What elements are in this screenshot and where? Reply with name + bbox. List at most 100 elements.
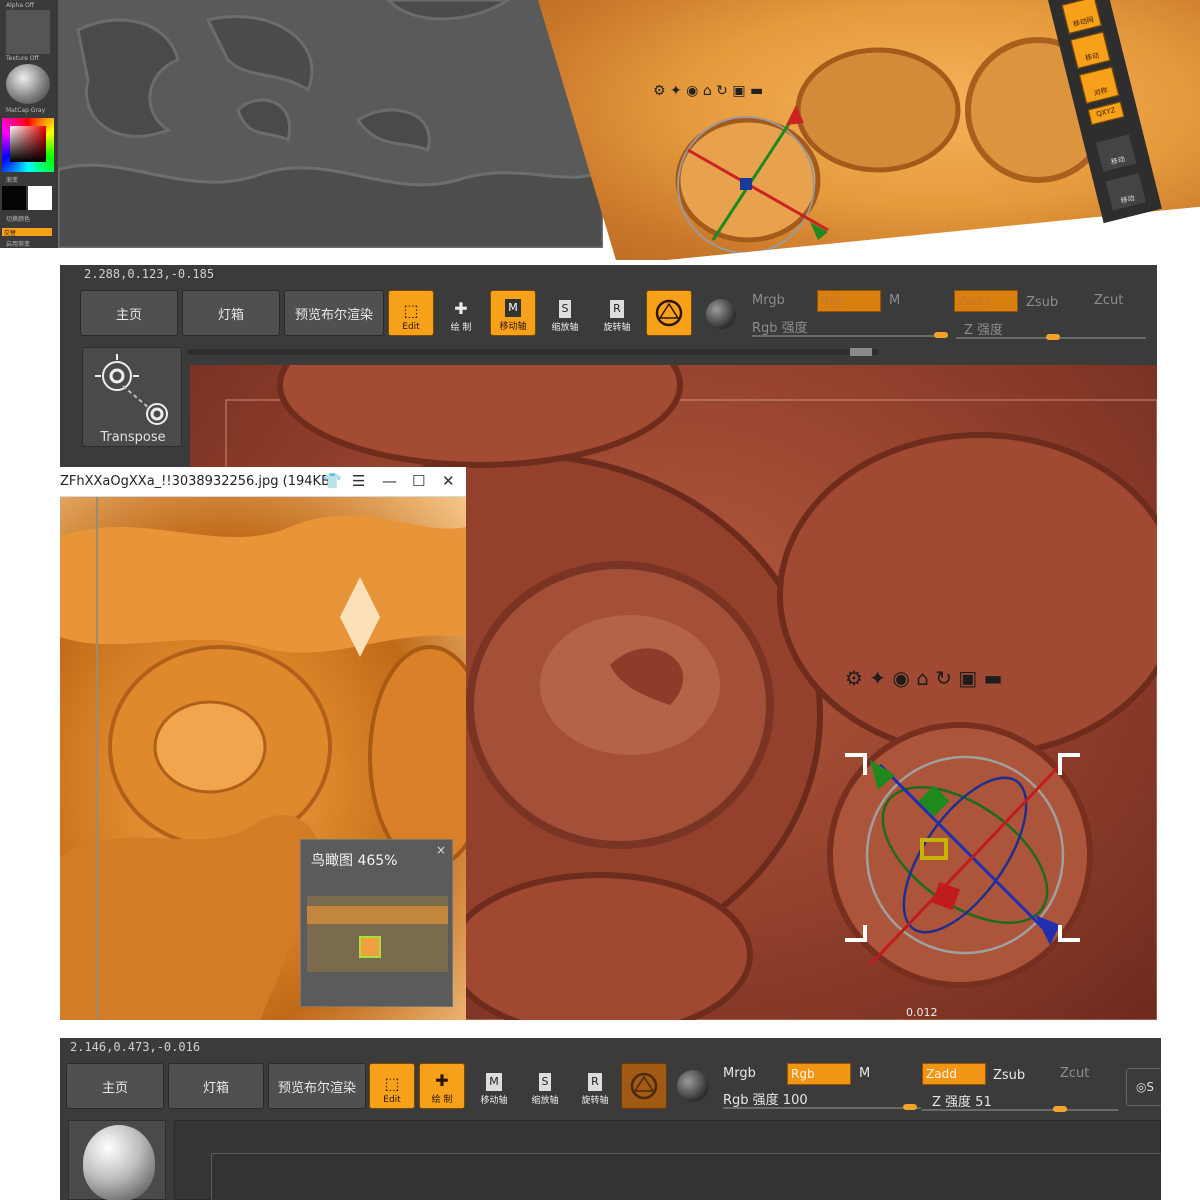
zcut-label[interactable]: Zcut — [1094, 293, 1123, 308]
m-label[interactable]: M — [889, 293, 900, 308]
edit-button-bottom[interactable]: ⬚ Edit — [369, 1063, 415, 1109]
menu-icon[interactable]: ☰ — [352, 472, 365, 490]
rgb-intensity-label-bottom[interactable]: Rgb 强度 100 — [723, 1089, 808, 1108]
rgb-intensity-slider[interactable] — [752, 335, 948, 337]
rgb-toggle[interactable]: Rgb — [817, 290, 881, 312]
zadd-toggle[interactable]: Zadd — [954, 290, 1018, 312]
mrgb-label[interactable]: Mrgb — [752, 293, 785, 308]
top-toolbar-btn-4[interactable]: QXYZ — [1087, 101, 1125, 126]
birdseye-thumbnail[interactable] — [307, 896, 448, 972]
shirt-icon[interactable]: 👕 — [323, 472, 342, 490]
rgb-intensity-slider-bottom[interactable] — [723, 1107, 921, 1109]
tab-lightbox[interactable]: 灯箱 — [182, 290, 280, 336]
rotate-label: 旋转轴 — [603, 323, 631, 333]
top-toolbar-btn-6[interactable]: 移动 — [1105, 173, 1146, 211]
zadd-toggle-bottom[interactable]: Zadd — [922, 1063, 986, 1085]
zsub-label[interactable]: Zsub — [1026, 295, 1058, 310]
top-toolbar-btn-1[interactable]: 移动网 — [1061, 0, 1102, 34]
z-intensity-knob-bottom[interactable] — [1053, 1106, 1067, 1112]
enable-gradient-label[interactable]: 启用渐变 — [6, 239, 30, 248]
rgb-toggle-bottom[interactable]: Rgb — [787, 1063, 851, 1085]
z-intensity-label-bottom[interactable]: Z 强度 51 — [932, 1091, 992, 1110]
secondary-color-swatch[interactable] — [2, 186, 26, 210]
gizmo-toggle-button[interactable] — [646, 290, 692, 336]
coordinate-readout: 2.288,0.123,-0.185 — [84, 267, 215, 281]
move-icon: M — [505, 299, 521, 317]
top-screenshot-panel: Alpha Off Texture Off MatCap Gray 渐变 切换颜… — [0, 0, 1200, 260]
edit-label: Edit — [402, 322, 420, 332]
color-square[interactable] — [10, 126, 46, 162]
color-picker[interactable] — [2, 118, 54, 172]
minimize-icon[interactable]: — — [382, 472, 397, 490]
close-icon[interactable]: ✕ — [442, 472, 455, 490]
m-label-bottom[interactable]: M — [859, 1066, 870, 1081]
scale-label: 缩放轴 — [551, 323, 579, 333]
top-toolbar-btn-3[interactable]: 对称 — [1078, 66, 1120, 104]
rgb-intensity-knob[interactable] — [934, 332, 948, 338]
draw-button-bottom[interactable]: ✚ 绘 制 — [419, 1063, 465, 1109]
edit-button[interactable]: ⬚ Edit — [388, 290, 434, 336]
scale-button[interactable]: S 缩放轴 — [542, 290, 588, 336]
yin-yang-icon-bottom[interactable] — [677, 1070, 709, 1102]
material-sidebar: Alpha Off Texture Off MatCap Gray 渐变 切换颜… — [0, 0, 58, 248]
draw-icon: ✚ — [454, 299, 468, 318]
horizontal-scrollbar[interactable] — [188, 349, 878, 355]
move-button[interactable]: M 移动轴 — [490, 290, 536, 336]
draw-icon-bottom: ✚ — [435, 1071, 449, 1090]
move-label: 移动轴 — [499, 322, 527, 332]
viewport-indicator[interactable] — [359, 936, 381, 958]
rotate-button[interactable]: R 旋转轴 — [594, 290, 640, 336]
birdseye-title: 鸟瞰图 465% — [311, 853, 398, 869]
extra-tool-button[interactable]: ◎ S — [1126, 1068, 1161, 1106]
gizmo-circle-icon-bottom — [630, 1072, 658, 1100]
tab-preview-render[interactable]: 预览布尔渲染 — [284, 290, 384, 336]
transpose-icon — [95, 354, 168, 425]
transpose-label: Transpose — [100, 430, 166, 445]
alpha-thumb[interactable] — [6, 10, 50, 54]
middle-screenshot-panel: 2.288,0.123,-0.185 主页 灯箱 预览布尔渲染 ⬚ Edit ✚… — [60, 265, 1157, 1020]
switch-color-label[interactable]: 切换颜色 — [6, 214, 30, 223]
z-intensity-label[interactable]: Z 强度 — [964, 319, 1003, 338]
viewer-titlebar[interactable]: ZFhXXaOgXXa_!!3038932256.jpg (194KB, 👕 ☰… — [60, 467, 466, 497]
tab-home-bottom[interactable]: 主页 — [66, 1063, 164, 1109]
bottom-viewport[interactable] — [174, 1120, 1161, 1200]
tab-preview-render-bottom[interactable]: 预览布尔渲染 — [268, 1063, 366, 1109]
main-color-swatch[interactable] — [28, 186, 52, 210]
draw-label: 绘 制 — [450, 323, 472, 333]
zcut-label-bottom[interactable]: Zcut — [1060, 1066, 1089, 1081]
move-button-bottom[interactable]: M 移动轴 — [471, 1063, 517, 1109]
rgb-intensity-label[interactable]: Rgb 强度 — [752, 317, 808, 336]
thumbnail-carving-band — [307, 906, 448, 924]
image-viewer-window[interactable]: ZFhXXaOgXXa_!!3038932256.jpg (194KB, 👕 ☰… — [60, 467, 466, 1020]
tab-lightbox-bottom[interactable]: 灯箱 — [168, 1063, 264, 1109]
birdseye-close-icon[interactable]: × — [436, 843, 446, 857]
matcap-label: MatCap Gray — [6, 107, 46, 114]
rotate-icon-bottom: R — [588, 1073, 602, 1091]
alpha-off-label[interactable]: Alpha Off — [6, 2, 34, 9]
draw-button[interactable]: ✚ 绘 制 — [438, 290, 484, 336]
texture-off-label[interactable]: Texture Off — [6, 55, 39, 62]
matcap-sphere-icon[interactable] — [6, 64, 50, 104]
z-intensity-slider-bottom[interactable] — [922, 1109, 1118, 1111]
gizmo-circle-icon — [655, 299, 683, 327]
birdseye-panel[interactable]: 鸟瞰图 465% × — [300, 839, 453, 1007]
transpose-tool[interactable]: Transpose — [82, 347, 182, 447]
edit-label-bottom: Edit — [383, 1095, 401, 1105]
rgb-intensity-knob-bottom[interactable] — [903, 1104, 917, 1110]
mrgb-label-bottom[interactable]: Mrgb — [723, 1066, 756, 1081]
scale-icon-bottom: S — [538, 1073, 552, 1091]
gizmo-toggle-button-bottom[interactable] — [621, 1063, 667, 1109]
viewer-title: ZFhXXaOgXXa_!!3038932256.jpg (194KB, — [60, 474, 335, 489]
yin-yang-icon[interactable] — [706, 299, 736, 329]
brush-thumbnail[interactable] — [68, 1120, 166, 1200]
z-intensity-knob[interactable] — [1046, 334, 1060, 340]
top-toolbar-btn-5[interactable]: 移动 — [1095, 134, 1137, 172]
zsub-label-bottom[interactable]: Zsub — [993, 1068, 1025, 1083]
rotate-button-bottom[interactable]: R 旋转轴 — [572, 1063, 618, 1109]
tab-home[interactable]: 主页 — [80, 290, 178, 336]
scale-button-bottom[interactable]: S 缩放轴 — [522, 1063, 568, 1109]
maximize-icon[interactable]: ☐ — [412, 472, 425, 490]
top-toolbar-btn-2[interactable]: 移动 — [1070, 31, 1111, 69]
alternate-button[interactable]: 交替 — [2, 228, 52, 237]
scrollbar-thumb[interactable] — [850, 348, 872, 356]
